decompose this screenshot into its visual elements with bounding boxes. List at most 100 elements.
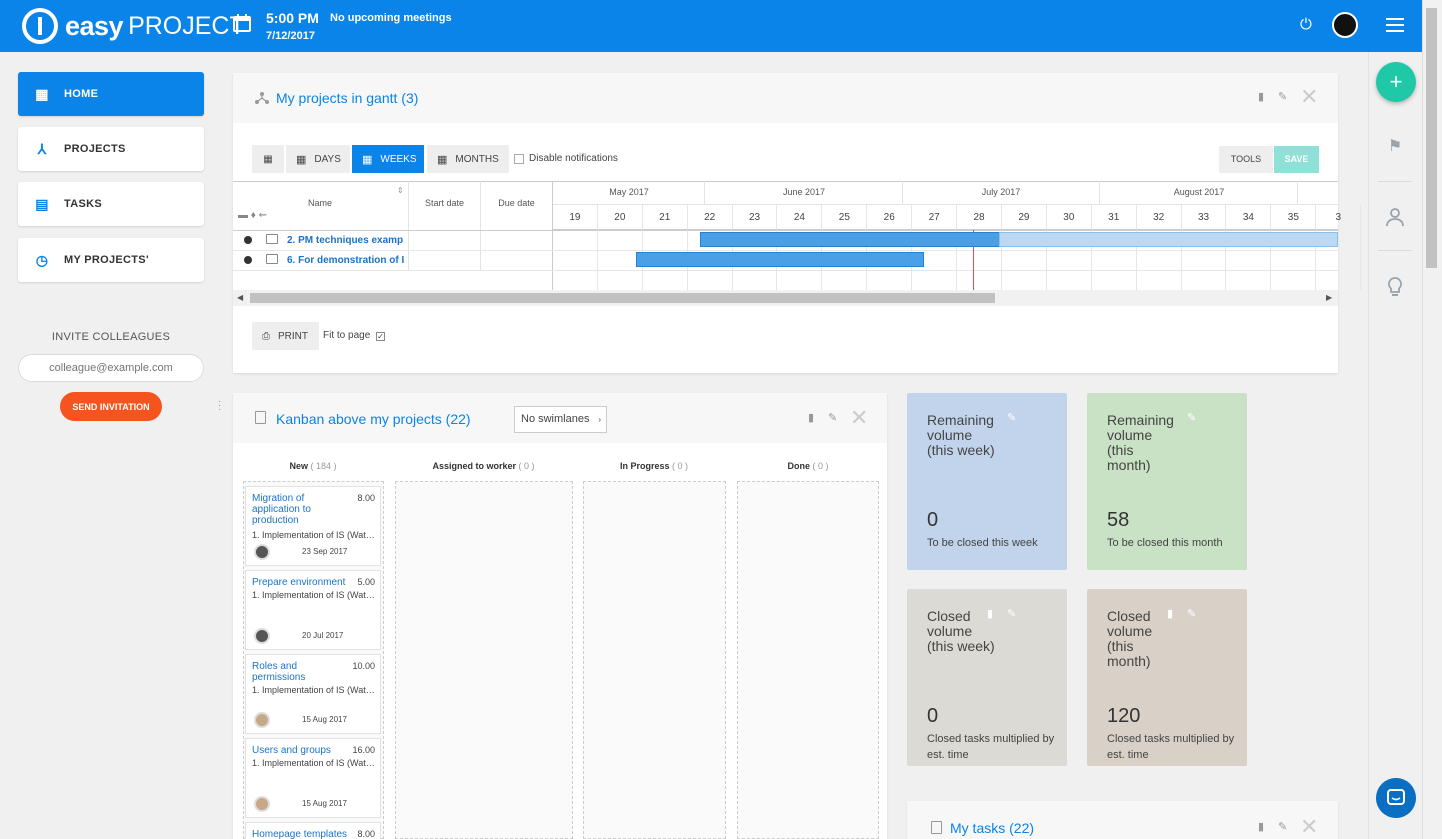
gantt-week-21: 21 (643, 205, 688, 290)
panel-resize-handle[interactable]: · · · (218, 397, 222, 415)
gantt-panel-title[interactable]: My projects in gantt (3) (276, 90, 418, 106)
card-project: 1. Implementation of IS (Wat… (252, 590, 375, 600)
edit-icon[interactable]: ✎ (1007, 607, 1016, 620)
add-new-button[interactable]: + (1376, 62, 1416, 102)
nav-projects[interactable]: ⅄ PROJECTS (18, 127, 204, 171)
edit-icon[interactable]: ✎ (828, 411, 837, 424)
invite-email-input[interactable] (18, 354, 204, 382)
kanban-lane-in-progress[interactable] (583, 481, 726, 839)
gantt-days-button[interactable]: ▦ DAYS (286, 145, 350, 173)
card-title[interactable]: Prepare environment (252, 577, 352, 588)
kanban-col-assigned: Assigned to worker ( 0 ) (432, 461, 535, 471)
edit-icon[interactable]: ✎ (1187, 607, 1196, 620)
card-title[interactable]: Migration of application to production (252, 493, 352, 526)
kanban-panel-title[interactable]: Kanban above my projects (22) (276, 411, 471, 427)
gantt-row-name[interactable]: 6. For demonstration of I (287, 255, 407, 266)
delete-icon[interactable]: ▮ (808, 411, 814, 424)
delete-icon[interactable]: ▮ (1258, 90, 1264, 103)
clipboard-icon (931, 821, 942, 834)
kanban-lane-assigned[interactable] (395, 481, 573, 839)
card-due-date: 23 Sep 2017 (302, 547, 348, 556)
my-tasks-title[interactable]: My tasks (22) (950, 820, 1034, 836)
nav-tasks[interactable]: ▤ TASKS (18, 182, 204, 226)
logo[interactable]: easy PROJECT (22, 8, 245, 44)
close-icon[interactable]: ✕ (850, 407, 868, 429)
card-title[interactable]: Homepage templates (252, 829, 362, 839)
user-avatar[interactable] (1332, 12, 1358, 38)
send-invitation-button[interactable]: SEND INVITATION (60, 392, 162, 421)
info-icon[interactable] (244, 236, 252, 244)
page-scrollbar-thumb[interactable] (1426, 8, 1437, 268)
hamburger-menu-icon[interactable] (1386, 18, 1404, 32)
nav-home[interactable]: ▦ HOME (18, 72, 204, 116)
gantt-row-name[interactable]: 2. PM techniques examp (287, 235, 407, 246)
projects-icon: ⅄ (37, 140, 47, 157)
card-title[interactable]: Users and groups (252, 745, 352, 756)
edit-icon[interactable]: ✎ (1278, 820, 1287, 833)
kanban-card[interactable]: Prepare environment 5.00 1. Implementati… (245, 570, 381, 650)
gantt-week-20: 20 (598, 205, 643, 290)
tile-title: Remaining volume (this month) (1107, 412, 1174, 473)
days-label: DAYS (314, 153, 341, 165)
delete-icon[interactable]: ▮ (1258, 820, 1264, 833)
gantt-week-19: 19 (553, 205, 598, 290)
kanban-card[interactable]: Roles and permissions 10.00 1. Implement… (245, 654, 381, 734)
print-button[interactable]: ⎙ PRINT (252, 322, 319, 350)
logo-text-easy: easy (65, 10, 124, 41)
projects-icon (255, 92, 269, 104)
kanban-card[interactable]: Migration of application to production 8… (245, 486, 381, 566)
close-icon[interactable]: ✕ (1300, 816, 1318, 838)
edit-icon[interactable]: ✎ (1278, 90, 1287, 103)
current-time: 5:00 PM (266, 10, 319, 26)
kanban-card[interactable]: Homepage templates 8.00 (245, 822, 381, 839)
calendar-icon[interactable] (233, 14, 251, 32)
card-assignee-avatar[interactable] (254, 712, 270, 728)
tile-value: 58 (1107, 509, 1130, 531)
disable-notifications-checkbox[interactable] (514, 154, 524, 164)
gantt-col-due[interactable]: Due date (481, 198, 552, 208)
dashboard-icon: ▦ (35, 85, 49, 102)
delete-icon[interactable]: ▮ (1167, 607, 1173, 620)
upcoming-meetings[interactable]: No upcoming meetings (330, 12, 452, 24)
card-assignee-avatar[interactable] (254, 796, 270, 812)
gantt-col-name[interactable]: Name (290, 198, 350, 208)
card-estimate: 8.00 (357, 493, 375, 503)
gantt-week-22: 22 (688, 205, 733, 290)
info-icon[interactable] (244, 256, 252, 264)
logout-icon[interactable]: ⏻ (1300, 16, 1312, 33)
gantt-months-button[interactable]: ▦ MONTHS (427, 145, 509, 173)
gantt-bar-demonstration[interactable] (636, 252, 924, 267)
gantt-bar-pm-techniques-future[interactable] (999, 232, 1338, 247)
swimlanes-select[interactable]: No swimlanes › (514, 406, 607, 433)
edit-icon[interactable]: ✎ (1187, 411, 1196, 424)
gantt-today-button[interactable]: ▦ (252, 145, 284, 173)
card-assignee-avatar[interactable] (254, 544, 270, 560)
delete-icon[interactable]: ▮ (987, 607, 993, 620)
card-title[interactable]: Roles and permissions (252, 661, 352, 683)
gantt-weeks-button[interactable]: ▦ WEEKS (352, 145, 424, 173)
scroll-left-icon[interactable]: ◀ (237, 293, 243, 302)
lightbulb-icon[interactable] (1384, 276, 1406, 298)
calendar-icon: ▦ (437, 153, 448, 166)
gantt-week-divider (553, 229, 1338, 230)
fit-to-page-checkbox[interactable]: ✓ (376, 332, 385, 341)
scroll-right-icon[interactable]: ▶ (1326, 293, 1332, 302)
weeks-label: WEEKS (380, 153, 417, 165)
kanban-card[interactable]: Users and groups 16.00 1. Implementation… (245, 738, 381, 818)
gantt-tools-button[interactable]: TOOLS (1219, 146, 1273, 173)
flag-icon[interactable]: ⚑ (1384, 136, 1406, 158)
gantt-week-34: 34 (1227, 205, 1272, 290)
gantt-scrollbar-thumb[interactable] (250, 293, 995, 303)
gantt-col-start[interactable]: Start date (409, 198, 480, 208)
sort-icon[interactable]: ⇕ (397, 186, 404, 195)
gantt-bar-pm-techniques[interactable] (700, 232, 1000, 247)
gantt-save-button[interactable]: SAVE (1274, 146, 1319, 173)
kanban-lane-done[interactable] (737, 481, 879, 839)
folder-tools-icon[interactable]: ▬ ♦ ⇜ (238, 210, 267, 221)
chat-icon[interactable] (1376, 778, 1416, 818)
card-assignee-avatar[interactable] (254, 628, 270, 644)
close-icon[interactable]: ✕ (1300, 86, 1318, 108)
nav-my-projects[interactable]: ◷ MY PROJECTS' (18, 238, 204, 282)
edit-icon[interactable]: ✎ (1007, 411, 1016, 424)
user-icon[interactable] (1384, 206, 1406, 228)
